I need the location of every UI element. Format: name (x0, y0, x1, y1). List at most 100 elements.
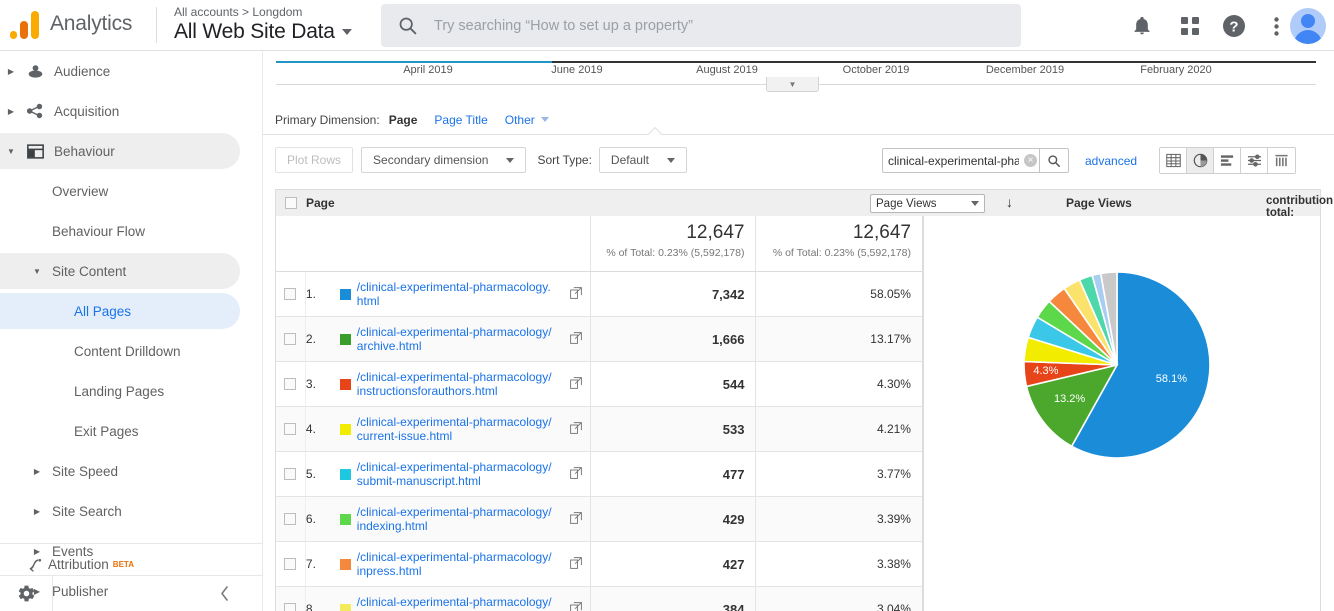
table-search-input[interactable] (882, 148, 1039, 173)
open-external-icon[interactable] (570, 557, 582, 572)
more-options-icon[interactable] (1260, 10, 1292, 42)
date-axis-tick: October 2019 (842, 64, 910, 76)
table-row[interactable]: 5. /clinical-experimental-pharmacology/su… (276, 452, 922, 497)
behaviour-icon (22, 143, 48, 159)
acquisition-icon (22, 103, 48, 119)
sidebar-item-site-search[interactable]: ▶ Site Search (0, 491, 262, 531)
open-external-icon[interactable] (570, 377, 582, 392)
sidebar-item-audience[interactable]: ▶ Audience (0, 51, 262, 91)
primary-dimension-bar: Primary Dimension: Page Page Title Other (263, 106, 1334, 134)
bar-view-icon[interactable] (1214, 148, 1241, 173)
pie-chart (1023, 271, 1211, 459)
secondary-dimension-button[interactable]: Secondary dimension (361, 147, 527, 173)
sidebar-item-site-speed[interactable]: ▶ Site Speed (0, 451, 262, 491)
chevron-down-icon (541, 117, 550, 122)
primary-dimension-page[interactable]: Page (389, 113, 418, 127)
primary-dimension-label: Primary Dimension: (275, 113, 380, 127)
column-header-page[interactable]: Page (306, 196, 586, 210)
plot-rows-button[interactable]: Plot Rows (275, 147, 354, 173)
date-axis-tick: April 2019 (403, 64, 453, 76)
clear-search-icon[interactable]: × (1024, 154, 1037, 167)
table-row[interactable]: 7. /clinical-experimental-pharmacology/in… (276, 542, 922, 587)
row-checkbox[interactable] (284, 423, 297, 435)
svg-text:?: ? (1229, 19, 1238, 36)
notifications-bell-icon[interactable] (1126, 10, 1158, 42)
row-checkbox[interactable] (284, 333, 297, 345)
table-row[interactable]: 2. /clinical-experimental-pharmacology/ar… (276, 317, 922, 362)
sidebar-item-behaviour-flow[interactable]: Behaviour Flow (0, 211, 262, 251)
row-checkbox[interactable] (284, 288, 297, 300)
sidebar-item-site-content[interactable]: ▼ Site Content (0, 251, 262, 291)
sidebar-item-label: Landing Pages (74, 383, 165, 399)
sidebar-item-all-pages[interactable]: All Pages (0, 291, 262, 331)
row-checkbox[interactable] (284, 468, 297, 480)
sidebar-item-overview[interactable]: Overview (0, 171, 262, 211)
row-checkbox-cell (276, 452, 306, 496)
page-link[interactable]: /clinical-experimental-pharmacology/inde… (357, 505, 553, 533)
sidebar-item-exit-pages[interactable]: Exit Pages (0, 411, 262, 451)
table-row[interactable]: 3. /clinical-experimental-pharmacology/in… (276, 362, 922, 407)
page-link[interactable]: /clinical-experimental-pharmacology/aims… (357, 595, 553, 611)
metric-select[interactable]: Page Views (870, 194, 985, 213)
row-checkbox[interactable] (284, 513, 297, 525)
table-row[interactable]: 8. /clinical-experimental-pharmacology/ai… (276, 587, 922, 611)
page-link[interactable]: /clinical-experimental-pharmacology/arch… (357, 325, 553, 353)
comparison-view-icon[interactable] (1241, 148, 1268, 173)
table-search-button[interactable] (1039, 148, 1069, 173)
totals-pageviews-value: 12,647 (686, 222, 745, 243)
select-all-checkbox[interactable] (285, 197, 297, 209)
sidebar-item-acquisition[interactable]: ▶ Acquisition (0, 91, 262, 131)
sidebar-item-label: Behaviour Flow (52, 223, 146, 239)
pivot-view-icon[interactable] (1268, 148, 1295, 173)
global-search[interactable] (381, 4, 1021, 47)
pie-view-icon[interactable] (1187, 148, 1214, 173)
row-page-cell: /clinical-experimental-pharmacology/inpr… (339, 542, 591, 586)
page-link[interactable]: /clinical-experimental-pharmacology/curr… (357, 415, 553, 443)
avatar[interactable] (1290, 8, 1326, 44)
sidebar-item-landing-pages[interactable]: Landing Pages (0, 371, 262, 411)
chevron-right-icon: ▶ (7, 66, 15, 76)
gear-icon[interactable] (0, 584, 52, 603)
open-external-icon[interactable] (570, 287, 582, 302)
open-external-icon[interactable] (570, 332, 582, 347)
page-link[interactable]: /clinical-experimental-pharmacology/subm… (357, 460, 553, 488)
help-icon[interactable]: ? (1218, 10, 1250, 42)
primary-dimension-other[interactable]: Other (505, 113, 550, 127)
row-pageviews: 544 (591, 362, 757, 406)
collapse-sidebar-button[interactable] (53, 586, 262, 601)
sort-type-label: Sort Type: (537, 153, 592, 167)
row-checkbox[interactable] (284, 603, 297, 611)
breadcrumb[interactable]: All accounts > Longdom (174, 5, 302, 19)
table-view-icon[interactable] (1160, 148, 1187, 173)
open-external-icon[interactable] (570, 422, 582, 437)
sidebar-item-label: Audience (54, 63, 111, 79)
advanced-link[interactable]: advanced (1085, 154, 1137, 168)
sort-direction-icon[interactable]: ↓ (1006, 194, 1013, 210)
open-external-icon[interactable] (570, 467, 582, 482)
row-checkbox-cell (276, 272, 306, 316)
view-selector[interactable]: All Web Site Data (174, 20, 352, 44)
table-row[interactable]: 6. /clinical-experimental-pharmacology/in… (276, 497, 922, 542)
open-external-icon[interactable] (570, 512, 582, 527)
page-link[interactable]: /clinical-experimental-pharmacology/inst… (357, 370, 553, 398)
primary-dimension-page-title[interactable]: Page Title (434, 113, 487, 127)
avatar-head (1301, 14, 1315, 28)
open-external-icon[interactable] (570, 602, 582, 611)
row-checkbox[interactable] (284, 378, 297, 390)
row-percentage: 4.30% (876, 377, 911, 391)
date-range-expander[interactable]: ▼ (766, 77, 819, 92)
apps-grid-icon[interactable] (1174, 10, 1206, 42)
page-link[interactable]: /clinical-experimental-pharmacology/inpr… (357, 550, 553, 578)
date-axis-tick: June 2019 (551, 64, 603, 76)
table-row[interactable]: 1. /clinical-experimental-pharmacology.ht… (276, 272, 922, 317)
totals-pct-cell: 12,647 % of Total: 0.23% (5,592,178) (756, 216, 922, 271)
sidebar-item-content-drilldown[interactable]: Content Drilldown (0, 331, 262, 371)
table-row[interactable]: 4. /clinical-experimental-pharmacology/cu… (276, 407, 922, 452)
search-input[interactable] (432, 16, 992, 35)
header-divider (156, 7, 157, 43)
sidebar-item-behaviour[interactable]: ▼ Behaviour (0, 131, 262, 171)
row-checkbox[interactable] (284, 558, 297, 570)
page-link[interactable]: /clinical-experimental-pharmacology.html (357, 280, 553, 308)
sort-type-select[interactable]: Default (598, 147, 687, 173)
column-header-pageviews[interactable]: Page Views (1066, 196, 1132, 210)
